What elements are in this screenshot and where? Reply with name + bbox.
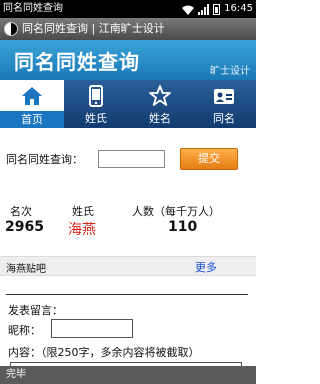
tab-samename[interactable]: 同名: [192, 80, 256, 128]
status-app-name: 同名同姓查询: [3, 3, 63, 14]
rank-value: 2965: [5, 219, 44, 235]
tab-fullname[interactable]: 姓名: [128, 80, 192, 128]
battery-icon: [213, 3, 221, 15]
forum-section-bar: 海燕贴吧 更多: [0, 256, 256, 276]
load-status-text: 完毕: [6, 369, 26, 380]
forum-title: 海燕贴吧: [6, 264, 46, 275]
tab-surname-label: 姓氏: [85, 112, 107, 125]
banner-brand: 旷士设计: [210, 66, 250, 77]
nickname-input[interactable]: [51, 319, 133, 338]
surname-value: 海燕: [68, 222, 96, 238]
star-icon: [149, 85, 171, 107]
tab-home-label: 首页: [0, 111, 64, 128]
count-header: 人数（每千万人）: [132, 205, 220, 218]
form-heading: 发表留言：: [8, 304, 63, 317]
id-card-icon: [213, 85, 235, 107]
home-icon: [21, 85, 43, 107]
header-banner: 同名同姓查询 旷士设计: [0, 40, 256, 80]
surname-header: 姓氏: [72, 205, 94, 218]
nav-tabs: 首页 姓氏 姓名 同名: [0, 80, 256, 128]
signal-icon: [198, 3, 210, 15]
search-input[interactable]: [98, 150, 165, 168]
count-value: 110: [168, 219, 198, 235]
tab-surname[interactable]: 姓氏: [64, 80, 128, 128]
more-link[interactable]: 更多: [195, 259, 217, 275]
window-title-bar: 同名同姓查询 | 江南旷士设计: [0, 18, 256, 40]
phone-icon: [85, 85, 107, 107]
bottom-status-bar: 完毕: [0, 366, 256, 384]
content-label: 内容：（限250字，多余内容将被截取）: [8, 346, 200, 359]
status-bar: 同名同姓查询 16:45: [0, 0, 256, 18]
tab-samename-label: 同名: [213, 112, 235, 125]
yin-yang-logo-icon: [4, 22, 18, 36]
submit-button[interactable]: 提交: [180, 148, 238, 170]
wifi-icon: [182, 4, 195, 15]
tab-fullname-label: 姓名: [149, 112, 171, 125]
status-icons: 16:45: [182, 0, 253, 18]
window-title: 同名同姓查询 | 江南旷士设计: [22, 22, 165, 35]
search-label: 同名同姓查询：: [6, 153, 83, 166]
nickname-label: 昵称：: [8, 324, 41, 337]
rank-header: 名次: [10, 205, 32, 218]
result-stats: 名次 姓氏 人数（每千万人） 2965 海燕 110: [0, 203, 256, 239]
banner-title: 同名同姓查询: [14, 50, 140, 74]
divider: [6, 294, 248, 295]
tab-home[interactable]: 首页: [0, 80, 64, 128]
status-time: 16:45: [224, 3, 253, 14]
search-row: 同名同姓查询： 提交: [6, 148, 250, 170]
